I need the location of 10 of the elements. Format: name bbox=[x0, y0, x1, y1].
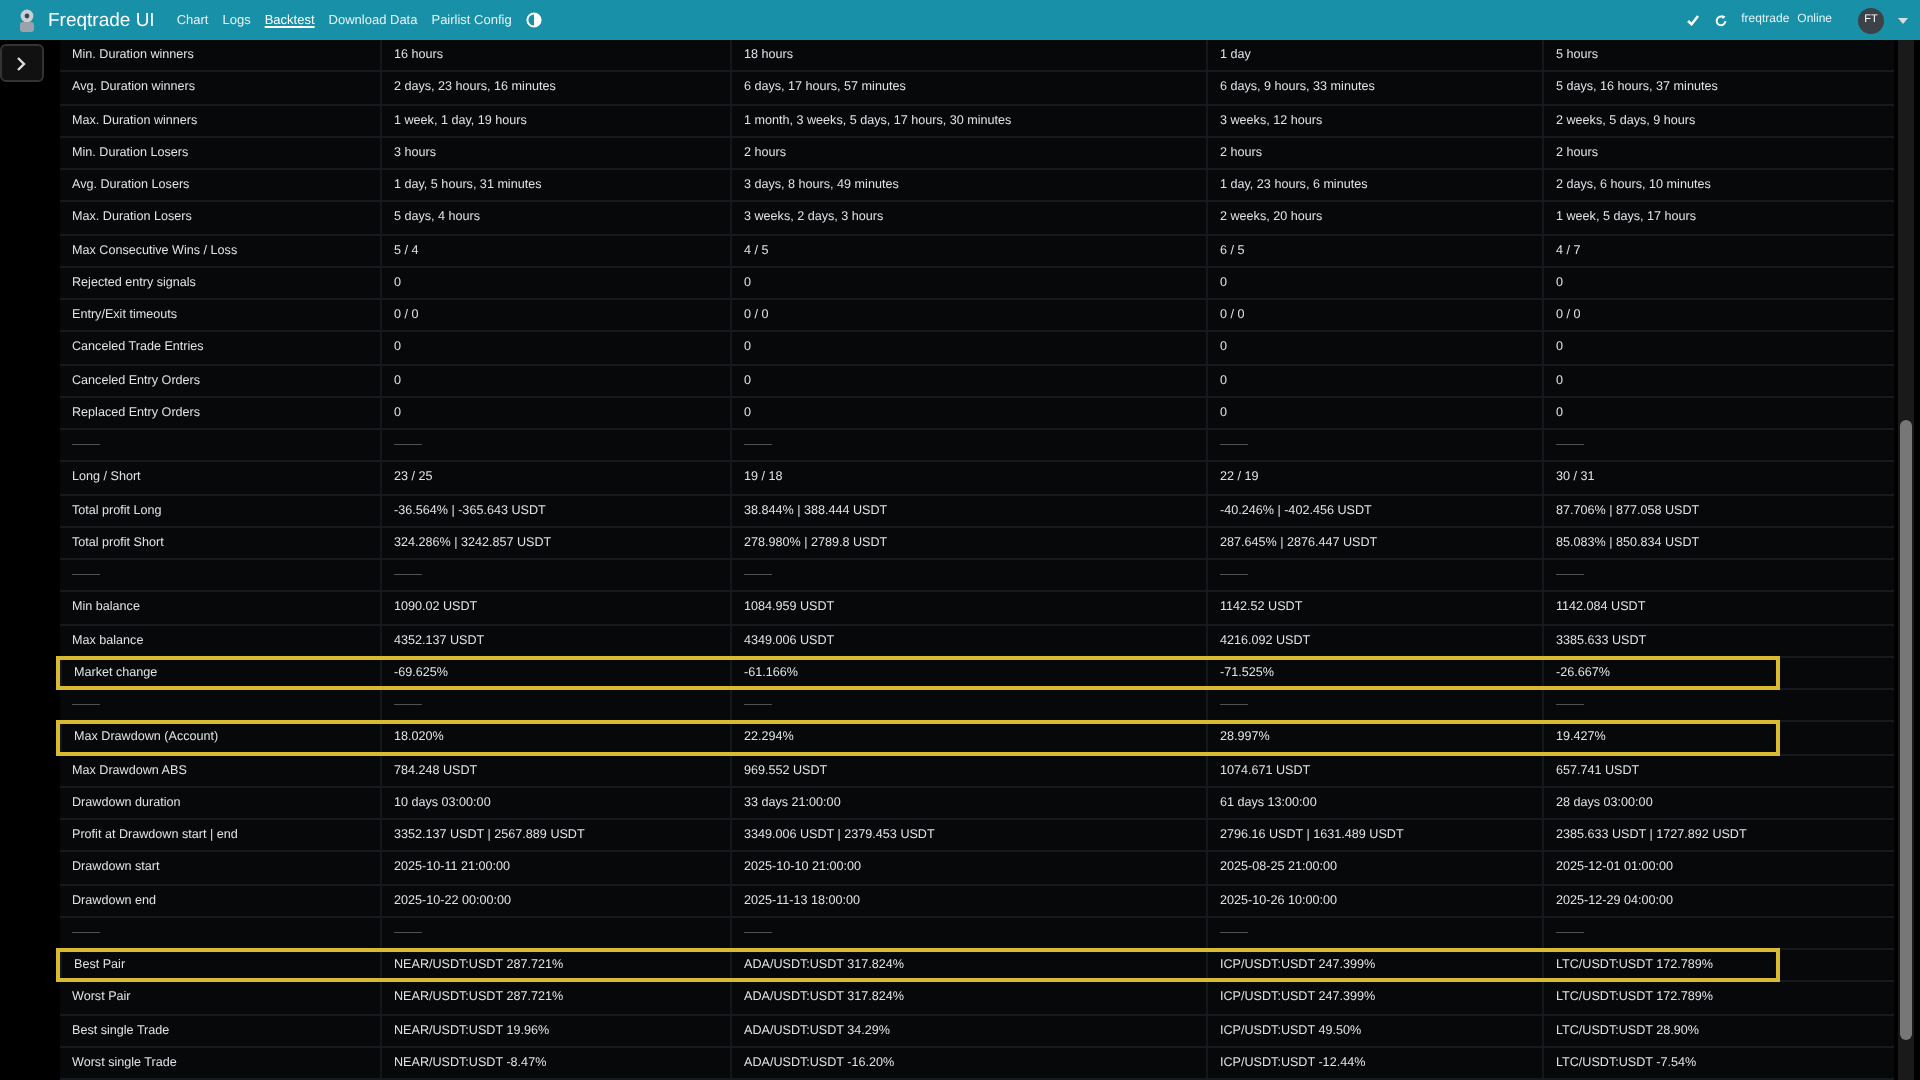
scrollbar[interactable] bbox=[1898, 40, 1914, 1080]
scrollbar-thumb[interactable] bbox=[1900, 420, 1912, 1040]
chevron-right-icon bbox=[16, 55, 28, 71]
app-title[interactable]: Freqtrade UI bbox=[48, 9, 155, 31]
robot-icon bbox=[16, 7, 38, 33]
check-icon[interactable] bbox=[1685, 14, 1700, 26]
theme-toggle-icon[interactable] bbox=[525, 12, 542, 28]
refresh-icon[interactable] bbox=[1713, 13, 1728, 27]
caret-icon[interactable] bbox=[1898, 17, 1908, 23]
sidebar-toggle-button[interactable] bbox=[0, 44, 44, 82]
